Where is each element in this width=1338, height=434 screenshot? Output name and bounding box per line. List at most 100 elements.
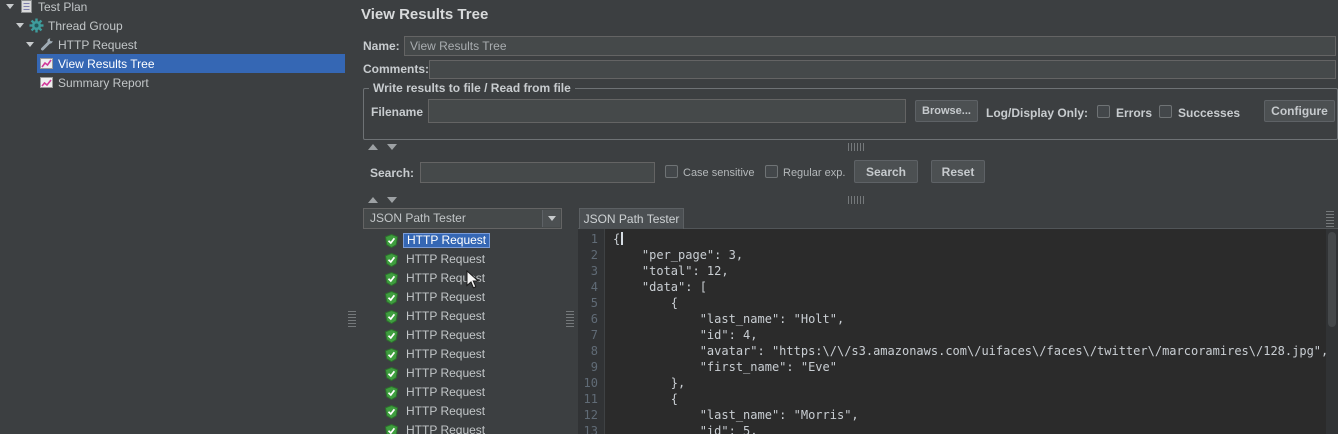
result-item[interactable]: HTTP Request <box>363 307 562 326</box>
search-input[interactable] <box>420 162 655 183</box>
list-viewer-splitter[interactable] <box>562 208 578 434</box>
result-item[interactable]: HTTP Request <box>363 326 562 345</box>
tree-item-view-results-tree[interactable]: View Results Tree <box>0 54 345 73</box>
viewer-tab-bar: JSON Path Tester <box>578 208 1338 229</box>
result-item-label: HTTP Request <box>406 328 486 342</box>
tree-item-label: Summary Report <box>58 75 149 90</box>
result-item-label: HTTP Request <box>406 271 486 285</box>
expand-toggle-icon[interactable] <box>16 23 24 28</box>
collapse-up-icon[interactable] <box>368 197 378 203</box>
result-item[interactable]: HTTP Request <box>363 288 562 307</box>
successes-label: Successes <box>1178 106 1241 120</box>
view-results-tree-icon <box>39 56 54 71</box>
successes-checkbox[interactable] <box>1159 105 1172 118</box>
page-title: View Results Tree <box>361 6 489 23</box>
comments-label: Comments: <box>363 62 430 76</box>
result-item[interactable]: HTTP Request <box>363 364 562 383</box>
tree-item-label: HTTP Request <box>58 37 138 52</box>
result-item[interactable]: HTTP Request <box>363 421 562 434</box>
result-item-label: HTTP Request <box>406 290 486 304</box>
splitter-grip[interactable] <box>348 310 356 327</box>
result-item[interactable]: HTTP Request <box>363 231 562 250</box>
chevron-down-icon <box>547 216 556 221</box>
combo-dropdown-button[interactable] <box>542 210 560 227</box>
collapse-down-icon[interactable] <box>387 197 397 203</box>
thread-group-icon <box>29 18 44 33</box>
result-item[interactable]: HTTP Request <box>363 250 562 269</box>
code-editor[interactable]: 1 2 3 4 5 6 7 8 9 10 11 12 13 { "per_pag… <box>578 229 1338 434</box>
jmeter-window: Test Plan Thread Group HTTP Request View… <box>0 0 1338 434</box>
tree-main-splitter[interactable] <box>345 0 359 434</box>
search-label: Search: <box>370 166 415 180</box>
editor-scrollbar[interactable] <box>1326 229 1338 434</box>
result-item[interactable]: HTTP Request <box>363 345 562 364</box>
renderer-selector[interactable]: JSON Path Tester <box>363 208 562 229</box>
success-shield-icon <box>385 385 398 400</box>
scrollbar-thumb[interactable] <box>1328 232 1336 327</box>
viewer-panel: JSON Path Tester 1 2 3 4 5 6 7 8 9 10 11… <box>578 208 1338 434</box>
result-item-label: HTTP Request <box>406 423 486 434</box>
regular-exp-checkbox[interactable] <box>765 165 778 178</box>
success-shield-icon <box>385 233 398 248</box>
results-list: HTTP Request HTTP Request HTTP Request H… <box>363 231 562 434</box>
errors-checkbox[interactable] <box>1097 105 1110 118</box>
reset-button[interactable]: Reset <box>931 160 985 183</box>
write-results-group: Write results to file / Read from file F… <box>363 81 1338 140</box>
result-item-label: HTTP Request <box>406 309 486 323</box>
comments-input[interactable] <box>429 60 1336 79</box>
test-plan-icon <box>19 0 34 14</box>
result-item[interactable]: HTTP Request <box>363 269 562 288</box>
json-response-text[interactable]: { "per_page": 3, "total": 12, "data": [ … <box>606 229 1326 434</box>
success-shield-icon <box>385 347 398 362</box>
success-shield-icon <box>385 423 398 434</box>
http-request-icon <box>39 37 54 52</box>
log-display-only-label: Log/Display Only: <box>986 106 1089 120</box>
filename-input[interactable] <box>428 99 906 123</box>
regular-exp-label: Regular exp. <box>783 167 846 179</box>
splitter-grip[interactable] <box>848 196 865 204</box>
collapse-up-icon[interactable] <box>368 144 378 150</box>
tree-item-label: Test Plan <box>38 0 88 14</box>
success-shield-icon <box>385 328 398 343</box>
write-results-legend: Write results to file / Read from file <box>369 81 575 95</box>
splitter-collapse-controls <box>368 143 397 151</box>
configure-button[interactable]: Configure <box>1264 100 1335 122</box>
results-list-panel: JSON Path Tester HTTP Request HTTP Reque… <box>363 208 562 434</box>
success-shield-icon <box>385 366 398 381</box>
case-sensitive-checkbox[interactable] <box>665 165 678 178</box>
splitter-grip[interactable] <box>566 310 574 327</box>
tree-item-http-request[interactable]: HTTP Request <box>0 35 345 54</box>
success-shield-icon <box>385 290 398 305</box>
browse-button[interactable]: Browse... <box>915 100 978 122</box>
name-input[interactable] <box>404 36 1336 56</box>
result-item[interactable]: HTTP Request <box>363 383 562 402</box>
tree-selection-highlight: View Results Tree <box>37 54 345 73</box>
result-item-label: HTTP Request <box>406 366 486 380</box>
expand-toggle-icon[interactable] <box>26 42 34 47</box>
success-shield-icon <box>385 252 398 267</box>
expand-toggle-icon[interactable] <box>6 4 14 9</box>
result-item-label: HTTP Request <box>406 385 486 399</box>
splitter-grip[interactable] <box>1326 210 1334 227</box>
search-button[interactable]: Search <box>854 160 918 183</box>
result-item[interactable]: HTTP Request <box>363 402 562 421</box>
line-number-gutter: 1 2 3 4 5 6 7 8 9 10 11 12 13 <box>578 229 605 434</box>
filename-label: Filename <box>371 105 424 119</box>
result-item-label: HTTP Request <box>403 233 491 248</box>
collapse-down-icon[interactable] <box>387 144 397 150</box>
text-caret <box>621 232 624 245</box>
test-plan-tree: Test Plan Thread Group HTTP Request View… <box>0 0 345 434</box>
splitter-grip[interactable] <box>848 143 865 151</box>
result-item-label: HTTP Request <box>406 404 486 418</box>
name-label: Name: <box>363 39 400 53</box>
result-item-label: HTTP Request <box>406 252 486 266</box>
tree-item-summary-report[interactable]: Summary Report <box>0 73 345 92</box>
errors-label: Errors <box>1116 106 1153 120</box>
success-shield-icon <box>385 404 398 419</box>
tab-json-path-tester[interactable]: JSON Path Tester <box>579 208 684 229</box>
summary-report-icon <box>39 75 54 90</box>
result-item-label: HTTP Request <box>406 347 486 361</box>
success-shield-icon <box>385 309 398 324</box>
tree-item-test-plan[interactable]: Test Plan <box>0 0 345 16</box>
tree-item-thread-group[interactable]: Thread Group <box>0 16 345 35</box>
